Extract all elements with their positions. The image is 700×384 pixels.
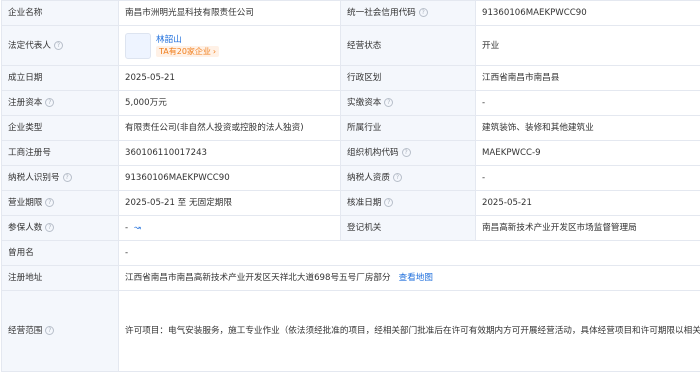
value-insured-count: - ↝ — [118, 215, 341, 241]
label-registered-address: 注册地址 — [1, 265, 119, 291]
view-map-link[interactable]: 查看地图 — [399, 273, 433, 283]
table-row: 参保人数? - ↝ 登记机关 南昌高新技术产业开发区市场监督管理局 — [1, 215, 700, 241]
label-established-date: 成立日期 — [1, 65, 119, 91]
question-circle-icon[interactable]: ? — [45, 223, 55, 232]
value-business-reg-no: 360106110017243 — [118, 140, 341, 166]
value-approval-date: 2025-05-21 — [475, 190, 700, 216]
question-circle-icon[interactable]: ? — [384, 98, 394, 107]
label-status: 经营状态 — [340, 25, 476, 66]
value-company-name: 南昌市洲明光显科技有限责任公司 — [118, 0, 341, 26]
value-business-scope: 许可项目：电气安装服务，施工专业作业（依法须经批准的项目，经相关部门批准后在许可… — [118, 290, 700, 372]
label-credit-code: 统一社会信用代码? — [340, 0, 476, 26]
value-industry: 建筑装饰、装修和其他建筑业 — [475, 115, 700, 141]
value-legal-rep: 林韶山 TA有20家企业 › — [118, 25, 341, 66]
question-circle-icon[interactable]: ? — [418, 8, 428, 17]
table-row: 成立日期 2025-05-21 行政区划 江西省南昌市南昌县 — [1, 65, 700, 91]
value-registration-authority: 南昌高新技术产业开发区市场监督管理局 — [475, 215, 700, 241]
value-status: 开业 — [475, 25, 700, 66]
question-circle-icon[interactable]: ? — [392, 173, 402, 182]
question-circle-icon[interactable]: ? — [45, 326, 55, 335]
table-row: 注册地址 江西省南昌市南昌高新技术产业开发区天祥北大道698号五号厂房部分 查看地… — [1, 265, 700, 291]
label-company-type: 企业类型 — [1, 115, 119, 141]
label-registration-authority: 登记机关 — [340, 215, 476, 241]
label-approval-date: 核准日期? — [340, 190, 476, 216]
table-row: 营业期限? 2025-05-21 至 无固定期限 核准日期? 2025-05-2… — [1, 190, 700, 216]
question-circle-icon[interactable]: ? — [384, 198, 394, 207]
value-business-term: 2025-05-21 至 无固定期限 — [118, 190, 341, 216]
avatar[interactable] — [125, 32, 151, 59]
value-former-name: - — [118, 240, 700, 266]
label-former-name: 曾用名 — [1, 240, 119, 266]
table-row: 工商注册号 360106110017243 组织机构代码? MAEKPWCC-9 — [1, 140, 700, 166]
value-registered-address: 江西省南昌市南昌高新技术产业开发区天祥北大道698号五号厂房部分 查看地图 — [118, 265, 700, 291]
value-registered-capital: 5,000万元 — [118, 90, 341, 116]
value-org-code: MAEKPWCC-9 — [475, 140, 700, 166]
label-legal-rep: 法定代表人? — [1, 25, 119, 66]
question-circle-icon[interactable]: ? — [45, 98, 55, 107]
label-paid-capital: 实缴资本? — [340, 90, 476, 116]
label-org-code: 组织机构代码? — [340, 140, 476, 166]
label-taxpayer-qualification: 纳税人资质? — [340, 165, 476, 191]
value-established-date: 2025-05-21 — [118, 65, 341, 91]
label-business-scope: 经营范围? — [1, 290, 119, 372]
value-company-type: 有限责任公司(非自然人投资或控股的法人独资) — [118, 115, 341, 141]
question-circle-icon[interactable]: ? — [62, 173, 72, 182]
legal-rep-name-link[interactable]: 林韶山 — [156, 34, 219, 46]
table-row: 法定代表人? 林韶山 TA有20家企业 › 经营状态 开业 — [1, 25, 700, 66]
value-region: 江西省南昌市南昌县 — [475, 65, 700, 91]
label-industry: 所属行业 — [340, 115, 476, 141]
value-paid-capital: - — [475, 90, 700, 116]
chevron-right-icon: › — [212, 46, 217, 56]
table-row: 纳税人识别号? 91360106MAEKPWCC90 纳税人资质? - — [1, 165, 700, 191]
label-company-name: 企业名称 — [1, 0, 119, 26]
table-row: 企业名称 南昌市洲明光显科技有限责任公司 统一社会信用代码? 91360106M… — [1, 0, 700, 26]
label-taxpayer-id: 纳税人识别号? — [1, 165, 119, 191]
value-taxpayer-qualification: - — [475, 165, 700, 191]
label-insured-count: 参保人数? — [1, 215, 119, 241]
value-credit-code: 91360106MAEKPWCC90 — [475, 0, 700, 26]
table-row: 经营范围? 许可项目：电气安装服务，施工专业作业（依法须经批准的项目，经相关部门… — [1, 290, 700, 372]
label-registered-capital: 注册资本? — [1, 90, 119, 116]
table-row: 注册资本? 5,000万元 实缴资本? - — [1, 90, 700, 116]
value-taxpayer-id: 91360106MAEKPWCC90 — [118, 165, 341, 191]
table-row: 企业类型 有限责任公司(非自然人投资或控股的法人独资) 所属行业 建筑装饰、装修… — [1, 115, 700, 141]
question-circle-icon[interactable]: ? — [401, 148, 411, 157]
label-business-term: 营业期限? — [1, 190, 119, 216]
label-business-reg-no: 工商注册号 — [1, 140, 119, 166]
related-companies-badge[interactable]: TA有20家企业 › — [156, 45, 220, 57]
company-info-table: 企业名称 南昌市洲明光显科技有限责任公司 统一社会信用代码? 91360106M… — [1, 0, 700, 372]
question-circle-icon[interactable]: ? — [45, 198, 55, 207]
table-row: 曾用名 - — [1, 240, 700, 266]
label-region: 行政区划 — [340, 65, 476, 91]
chart-line-icon[interactable]: ↝ — [134, 223, 141, 232]
question-circle-icon[interactable]: ? — [53, 40, 63, 50]
